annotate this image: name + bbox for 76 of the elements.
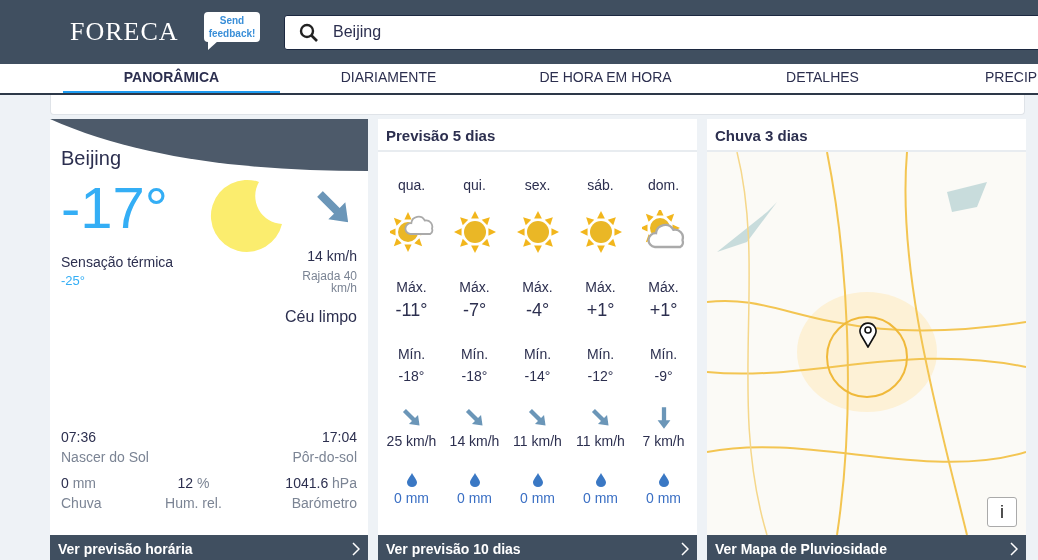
wind-speed: 11 km/h — [576, 433, 625, 449]
chevron-right-icon — [681, 542, 689, 556]
feedback-button[interactable]: Send feedback! — [204, 12, 260, 42]
wind-speed: 14 km/h — [307, 248, 357, 264]
feels-like-value: -25° — [61, 273, 86, 288]
max-label: Máx. — [648, 279, 679, 295]
day-name: sáb. — [587, 177, 614, 193]
precipitation: 0 mm — [583, 490, 618, 506]
chevron-right-icon — [352, 542, 360, 556]
more-link[interactable]: Ver previsão 10 dias — [378, 535, 697, 560]
day-name: sex. — [524, 177, 551, 193]
wind-speed: 14 km/h — [449, 433, 500, 449]
raindrop-icon — [406, 473, 417, 487]
max-label: Máx. — [585, 279, 616, 295]
sunrise-time: 07:36 — [61, 429, 98, 445]
max-temperature: -11° — [395, 300, 428, 321]
precipitation: 0 mm — [646, 490, 681, 506]
stat-label: Chuva — [61, 495, 102, 511]
min-temperature: -14° — [524, 368, 551, 384]
sunset-label: Pôr-do-sol — [292, 449, 357, 465]
day-name: qua. — [397, 177, 426, 193]
stat-label: Barómetro — [291, 495, 357, 511]
more-link[interactable]: Ver previsão horária — [50, 535, 368, 560]
raindrop-icon — [658, 473, 669, 487]
min-label: Mín. — [586, 346, 615, 362]
precipitation: 0 mm — [394, 490, 429, 506]
temperature: -17° — [61, 176, 169, 240]
chevron-right-icon — [1010, 542, 1018, 556]
min-temperature: -9° — [654, 368, 673, 384]
max-temperature: +1° — [586, 300, 615, 321]
max-temperature: -4° — [525, 300, 550, 321]
max-label: Máx. — [396, 279, 427, 295]
min-temperature: -18° — [461, 368, 488, 384]
map-pin-icon — [859, 322, 877, 348]
min-temperature: -12° — [587, 368, 614, 384]
info-button[interactable]: i — [987, 497, 1017, 527]
raindrop-icon — [469, 473, 480, 487]
wind-speed: 11 km/h — [513, 433, 562, 449]
stat-value: 0 mm — [61, 475, 97, 491]
wind-speed: 25 km/h — [386, 433, 437, 449]
stat-label: Hum. rel. — [165, 495, 222, 511]
more-link[interactable]: Ver Mapa de Pluviosidade — [707, 535, 1026, 560]
gust-speed: Rajada 40 km/h — [301, 270, 357, 294]
feels-like-label: Sensação térmica — [61, 254, 174, 270]
nav-tab[interactable]: DIARIAMENTE — [280, 64, 497, 93]
location-name: Beijing — [61, 147, 122, 170]
speech-tail-icon — [208, 41, 218, 50]
precipitation: 0 mm — [520, 490, 555, 506]
precipitation: 0 mm — [457, 490, 492, 506]
wind-speed: 7 km/h — [642, 433, 685, 449]
nav-tab[interactable]: DETALHES — [714, 64, 931, 93]
sunrise-label: Nascer do Sol — [61, 449, 149, 465]
sunset-time: 17:04 — [320, 429, 357, 445]
stat-value: 1041.6 hPa — [285, 475, 357, 491]
min-temperature: -18° — [398, 368, 425, 384]
day-name: qui. — [463, 177, 486, 193]
nav-tab[interactable]: PRECIP — [931, 64, 1038, 93]
max-temperature: +1° — [649, 300, 678, 321]
nav-tab[interactable]: PANORÂMICA — [63, 64, 280, 93]
day-name: dom. — [647, 177, 680, 193]
card-title: Previsão 5 dias — [378, 119, 697, 152]
search-icon — [299, 22, 319, 43]
nav-tab[interactable]: DE HORA EM HORA — [497, 64, 714, 93]
search-field[interactable]: Beijing — [284, 14, 1038, 50]
raindrop-icon — [532, 473, 543, 487]
min-label: Mín. — [523, 346, 552, 362]
max-label: Máx. — [522, 279, 553, 295]
max-label: Máx. — [459, 279, 490, 295]
max-temperature: -7° — [462, 300, 487, 321]
raindrop-icon — [595, 473, 606, 487]
logo[interactable]: FORECA — [70, 17, 180, 47]
condition-text: Céu limpo — [284, 308, 357, 326]
min-label: Mín. — [397, 346, 426, 362]
min-label: Mín. — [649, 346, 678, 362]
stat-value: 12 % — [177, 475, 210, 491]
min-label: Mín. — [460, 346, 489, 362]
